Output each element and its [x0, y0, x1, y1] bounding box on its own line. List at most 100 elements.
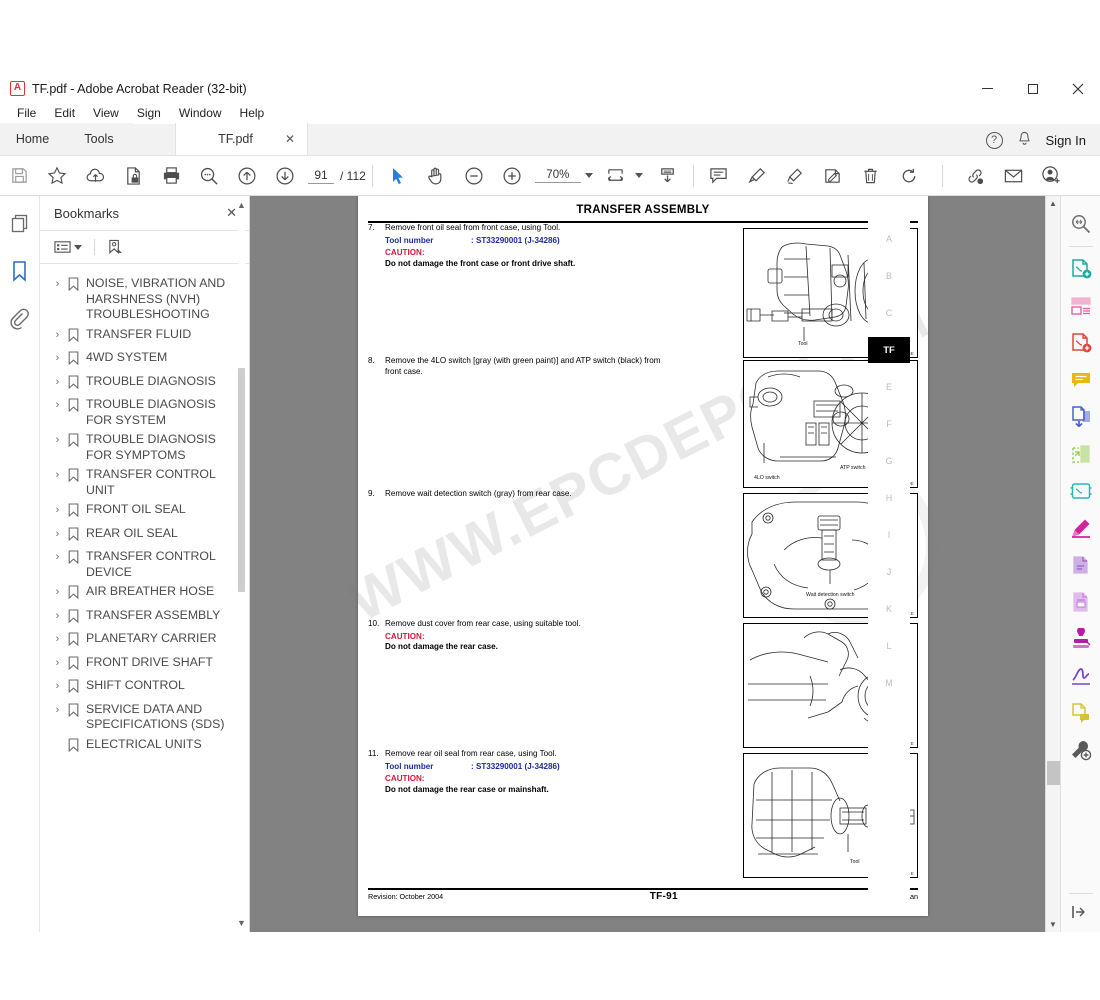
stamp-icon[interactable] [1064, 621, 1098, 657]
previous-page-icon[interactable] [228, 156, 266, 196]
upload-cloud-icon[interactable] [76, 156, 114, 196]
zoom-in-icon[interactable] [493, 156, 531, 196]
highlight-icon[interactable] [738, 156, 776, 196]
comment-icon[interactable] [1064, 362, 1098, 398]
protect-document-icon[interactable] [114, 156, 152, 196]
scroll-thumb[interactable] [238, 368, 245, 592]
combine-files-icon[interactable] [1064, 399, 1098, 435]
bookmarks-scrollbar[interactable]: ▲ ▼ [236, 200, 247, 928]
chevron-right-icon[interactable]: › [52, 678, 63, 695]
search-icon[interactable] [1064, 206, 1098, 242]
chevron-down-icon[interactable] [74, 244, 82, 250]
expand-panel-icon[interactable] [1069, 903, 1087, 924]
index-tab[interactable]: F [868, 411, 910, 437]
bookmark-item[interactable]: › TROUBLE DIAGNOSIS FOR SYSTEM [40, 395, 249, 430]
scroll-down-icon[interactable]: ▼ [1046, 917, 1060, 932]
scroll-up-icon[interactable]: ▲ [236, 200, 247, 210]
bell-icon[interactable] [1017, 131, 1032, 150]
bookmark-item[interactable]: › TROUBLE DIAGNOSIS [40, 372, 249, 396]
fit-width-icon[interactable] [597, 156, 635, 196]
index-tab[interactable]: M [868, 670, 910, 696]
index-tab[interactable]: H [868, 485, 910, 511]
chevron-right-icon[interactable]: › [52, 702, 63, 719]
attachments-icon[interactable] [6, 306, 34, 332]
index-tab[interactable]: B [868, 263, 910, 289]
index-tab[interactable]: J [868, 559, 910, 585]
select-tool-icon[interactable] [379, 156, 417, 196]
create-pdf-icon[interactable] [1064, 251, 1098, 287]
menu-window[interactable]: Window [170, 104, 231, 122]
index-tab[interactable]: A [868, 226, 910, 252]
more-tools-icon[interactable] [1064, 732, 1098, 768]
chevron-right-icon[interactable]: › [52, 584, 63, 601]
menu-sign[interactable]: Sign [128, 104, 170, 122]
chevron-down-icon[interactable] [584, 173, 593, 178]
tab-tools[interactable]: Tools [65, 123, 133, 155]
bookmark-options-icon[interactable] [54, 240, 82, 254]
help-icon[interactable]: ? [985, 131, 1003, 149]
zoom-level-input[interactable] [534, 168, 581, 183]
bookmark-item[interactable]: › NOISE, VIBRATION AND HARSHNESS (NVH) TR… [40, 274, 249, 325]
zoom-out-icon[interactable] [455, 156, 493, 196]
search-zoom-icon[interactable] [190, 156, 228, 196]
tab-home[interactable]: Home [0, 123, 65, 155]
chevron-right-icon[interactable]: › [52, 276, 63, 293]
scroll-thumb[interactable] [1047, 761, 1060, 785]
attach-link-icon[interactable] [957, 156, 995, 196]
index-tab[interactable]: G [868, 448, 910, 474]
bookmark-item[interactable]: › TRANSFER FLUID [40, 325, 249, 349]
viewer-scrollbar[interactable]: ▲ ▼ [1045, 196, 1060, 932]
organize-pages-icon[interactable] [1064, 288, 1098, 324]
bookmarks-list[interactable]: › NOISE, VIBRATION AND HARSHNESS (NVH) TR… [40, 264, 249, 932]
star-icon[interactable] [38, 156, 76, 196]
fill-sign-icon[interactable] [1064, 547, 1098, 583]
close-icon[interactable]: ✕ [285, 132, 295, 146]
chevron-right-icon[interactable]: › [52, 526, 63, 543]
bookmark-item[interactable]: ›ELECTRICAL UNITS [40, 735, 249, 759]
bookmark-item[interactable]: › SHIFT CONTROL [40, 676, 249, 700]
bookmark-item[interactable]: › TRANSFER ASSEMBLY [40, 606, 249, 630]
bookmark-item[interactable]: › TRANSFER CONTROL DEVICE [40, 547, 249, 582]
signature-icon[interactable] [1064, 658, 1098, 694]
menu-help[interactable]: Help [231, 104, 274, 122]
bookmark-item[interactable]: › REAR OIL SEAL [40, 524, 249, 548]
email-icon[interactable] [995, 156, 1033, 196]
sign-in-button[interactable]: Sign In [1046, 133, 1086, 148]
bookmark-item[interactable]: › 4WD SYSTEM [40, 348, 249, 372]
chevron-right-icon[interactable]: › [52, 397, 63, 414]
index-tab[interactable]: I [868, 522, 910, 548]
chevron-right-icon[interactable]: › [52, 608, 63, 625]
delete-icon[interactable] [852, 156, 890, 196]
save-icon[interactable] [0, 156, 38, 196]
scroll-mode-icon[interactable] [649, 156, 687, 196]
bookmark-item[interactable]: › AIR BREATHER HOSE [40, 582, 249, 606]
maximize-button[interactable] [1010, 75, 1055, 102]
index-tab[interactable]: TF [868, 337, 910, 363]
bookmarks-icon[interactable] [6, 258, 34, 284]
print-icon[interactable] [152, 156, 190, 196]
comment-icon[interactable] [700, 156, 738, 196]
protect-icon[interactable] [1064, 473, 1098, 509]
fit-options-chevron-icon[interactable] [634, 173, 643, 178]
chevron-right-icon[interactable]: › [52, 502, 63, 519]
index-tab[interactable]: L [868, 633, 910, 659]
page-number-input[interactable] [308, 167, 334, 184]
menu-view[interactable]: View [84, 104, 128, 122]
close-window-button[interactable] [1055, 75, 1100, 102]
draw-icon[interactable] [776, 156, 814, 196]
chevron-right-icon[interactable]: › [52, 549, 63, 566]
chevron-right-icon[interactable]: › [52, 631, 63, 648]
index-tab[interactable]: K [868, 596, 910, 622]
menu-edit[interactable]: Edit [45, 104, 84, 122]
new-bookmark-icon[interactable] [107, 239, 124, 256]
minimize-button[interactable] [965, 75, 1010, 102]
edit-pdf-icon[interactable] [1064, 510, 1098, 546]
menu-file[interactable]: File [8, 104, 45, 122]
stamp-icon[interactable] [814, 156, 852, 196]
index-tab[interactable]: E [868, 374, 910, 400]
scroll-track[interactable] [238, 214, 245, 914]
bookmark-item[interactable]: › FRONT DRIVE SHAFT [40, 653, 249, 677]
bookmark-item[interactable]: › TROUBLE DIAGNOSIS FOR SYMPTOMS [40, 430, 249, 465]
scroll-down-icon[interactable]: ▼ [236, 918, 247, 928]
chevron-right-icon[interactable]: › [52, 432, 63, 449]
